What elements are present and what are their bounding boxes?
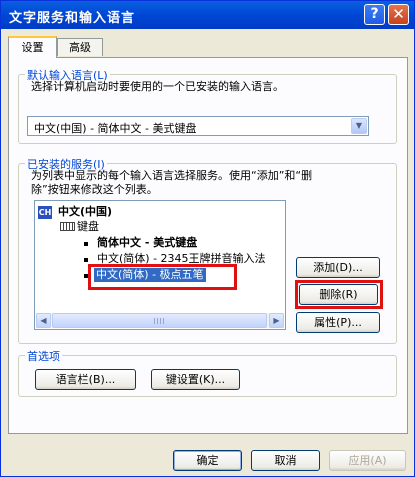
window-title: 文字服务和输入语言 (9, 11, 136, 26)
scroll-left-icon[interactable]: ◀ (36, 313, 51, 328)
apply-button[interactable]: 应用(A) (329, 450, 406, 471)
scrollbar-thumb[interactable] (52, 313, 267, 328)
help-icon[interactable]: ? (364, 4, 385, 25)
tree-node-language[interactable]: 中文(中国) (58, 205, 112, 219)
description-line-1: 为列表中显示的每个输入语言选择服务。使用“添加”和“删 (31, 169, 313, 182)
language-bar-button[interactable]: 语言栏(B)... (35, 369, 136, 390)
grip-icon (154, 318, 164, 324)
bullet-icon (84, 242, 88, 246)
add-button[interactable]: 添加(D)... (296, 257, 380, 278)
keyboard-icon (60, 222, 75, 231)
title-bar[interactable]: 文字服务和输入语言 ? ✕ (1, 1, 414, 29)
scroll-right-icon[interactable]: ▶ (269, 313, 284, 328)
dialog-window: 文字服务和输入语言 ? ✕ 设置 高级 默认输入语言(L) 选择计算机启动时要使… (0, 0, 415, 477)
installed-services-description: 为列表中显示的每个输入语言选择服务。使用“添加”和“删 除”按钮来修改这个列表。 (31, 169, 393, 197)
default-language-value: 中文(中国) - 简体中文 - 美式键盘 (34, 122, 197, 135)
description-line-2: 除”按钮来修改这个列表。 (31, 183, 158, 196)
key-settings-button[interactable]: 键设置(K)... (151, 369, 240, 390)
horizontal-scrollbar[interactable]: ◀ ▶ (36, 313, 284, 328)
properties-button[interactable]: 属性(P)... (296, 312, 380, 333)
highlight-box-remove-button (295, 280, 383, 309)
language-badge-icon: CH (38, 206, 52, 219)
tree-item-simplified-us[interactable]: 简体中文 - 美式键盘 (97, 236, 197, 250)
preferences-legend: 首选项 (25, 348, 62, 364)
default-input-description: 选择计算机启动时要使用的一个已安装的输入语言。 (31, 80, 284, 93)
close-icon[interactable]: ✕ (388, 4, 409, 25)
tree-node-keyboard[interactable]: 键盘 (77, 220, 99, 234)
bullet-icon (84, 258, 88, 262)
chevron-down-icon[interactable]: ▼ (351, 118, 367, 134)
highlight-box-selected-item (88, 264, 237, 290)
tab-advanced[interactable]: 高级 (57, 38, 103, 56)
cancel-button[interactable]: 取消 (251, 450, 320, 471)
default-language-select[interactable]: 中文(中国) - 简体中文 - 美式键盘 ▼ (27, 116, 369, 136)
ok-button[interactable]: 确定 (173, 450, 242, 471)
tab-settings[interactable]: 设置 (8, 36, 57, 58)
